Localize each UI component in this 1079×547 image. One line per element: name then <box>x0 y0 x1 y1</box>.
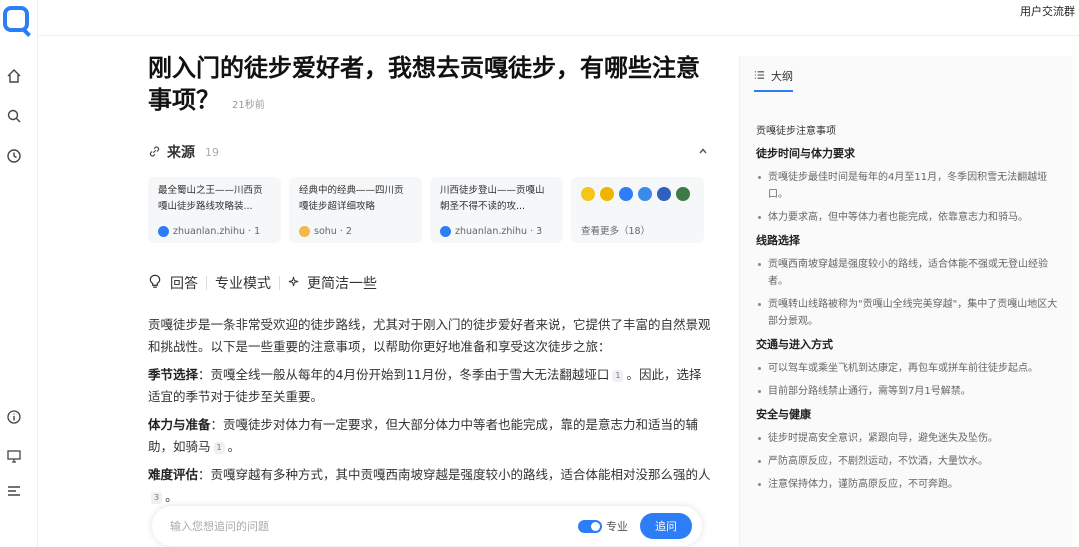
sources-label: 来源 <box>167 145 195 161</box>
top-bar: 用户交流群 <box>38 0 1079 36</box>
view-more-sources: 查看更多（18） <box>581 226 651 237</box>
follow-up-input[interactable] <box>170 519 578 533</box>
sparkle-icon <box>288 275 299 291</box>
outline-body: 贡嘎徒步注意事项 徒步时间与体力要求 贡嘎徒步最佳时间是每年的4月至11月，冬季… <box>756 122 1061 499</box>
tab-answer[interactable]: 回答 <box>170 273 198 293</box>
outline-item[interactable]: 贡嘎西南坡穿越是强度较小的路线，适合体能不强或无登山经验者。 <box>756 256 1061 290</box>
source-favicon-icon <box>657 187 671 201</box>
outline-item[interactable]: 严防高原反应，不剧烈运动，不饮酒，大量饮水。 <box>756 453 1061 470</box>
answer-content: 贡嘎徒步是一条非常受欢迎的徒步路线，尤其对于刚入门的徒步爱好者来说，它提供了丰富… <box>148 314 711 514</box>
outline-heading[interactable]: 线路选择 <box>756 232 1061 248</box>
source-card-3[interactable]: 川西徒步登山——贡嘎山朝圣不得不读的攻... zhuanlan.zhihu · … <box>430 177 563 243</box>
source-card-title: 最全蜀山之王——川西贡嘎山徒步路线攻略装... <box>158 185 263 212</box>
source-card-site: zhuanlan.zhihu · 1 <box>173 226 261 237</box>
citation-badge[interactable]: 1 <box>213 441 225 454</box>
outline-item[interactable]: 贡嘎徒步最佳时间是每年的4月至11月，冬季因积雪无法翻越垭口。 <box>756 169 1061 203</box>
sources-count: 19 <box>205 145 219 159</box>
tab-pro-mode[interactable]: 专业模式 <box>215 273 271 293</box>
app-logo-icon[interactable] <box>3 6 29 32</box>
info-icon[interactable] <box>5 408 23 426</box>
left-rail <box>0 0 38 547</box>
source-favicon-icon <box>676 187 690 201</box>
search-icon[interactable] <box>5 107 23 125</box>
follow-up-bar: 专业 追问 <box>152 506 702 546</box>
sources-header[interactable]: 来源 19 <box>148 143 708 161</box>
source-card-site: sohu · 2 <box>314 226 352 237</box>
outline-item[interactable]: 可以驾车或乘坐飞机到达康定，再包车或拼车前往徒步起点。 <box>756 360 1061 377</box>
tab-divider <box>206 276 207 290</box>
history-icon[interactable] <box>5 147 23 165</box>
citation-badge[interactable]: 1 <box>612 369 624 382</box>
outline-panel: 大纲 贡嘎徒步注意事项 徒步时间与体力要求 贡嘎徒步最佳时间是每年的4月至11月… <box>739 56 1072 547</box>
outline-heading[interactable]: 安全与健康 <box>756 406 1061 422</box>
answer-paragraph: 难度评估：贡嘎穿越有多种方式，其中贡嘎西南坡穿越是强度较小的路线，适合体能相对没… <box>148 467 711 504</box>
zhihu-favicon-icon <box>440 226 451 237</box>
source-favicon-icon <box>619 187 633 201</box>
source-card-title: 川西徒步登山——贡嘎山朝圣不得不读的攻... <box>440 185 545 212</box>
source-favicon-icon <box>638 187 652 201</box>
link-icon <box>148 143 161 162</box>
question-time: 21秒前 <box>232 100 265 111</box>
answer-tabs: 回答 专业模式 更简洁一些 <box>148 273 377 293</box>
source-favicon-icon <box>600 187 614 201</box>
answer-intro: 贡嘎徒步是一条非常受欢迎的徒步路线，尤其对于刚入门的徒步爱好者来说，它提供了丰富… <box>148 317 711 354</box>
sohu-favicon-icon <box>299 226 310 237</box>
answer-paragraph: 季节选择：贡嘎全线一般从每年的4月份开始到11月份，冬季由于雪大无法翻越垭口 1。… <box>148 367 702 404</box>
tab-divider <box>279 276 280 290</box>
page-title: 刚入门的徒步爱好者，我想去贡嘎徒步，有哪些注意事项？ 21秒前 <box>148 54 700 114</box>
user-group-link[interactable]: 用户交流群 <box>1020 3 1075 19</box>
list-icon <box>754 70 765 83</box>
source-favicon-icon <box>581 187 595 201</box>
source-cards: 最全蜀山之王——川西贡嘎山徒步路线攻略装... zhuanlan.zhihu ·… <box>148 177 708 243</box>
source-card-title: 经典中的经典——四川贡嘎徒步超详细攻略 <box>299 185 404 212</box>
home-icon[interactable] <box>5 67 23 85</box>
outline-item[interactable]: 体力要求高，但中等体力者也能完成，依靠意志力和骑马。 <box>756 209 1061 226</box>
outline-item[interactable]: 徒步时提高安全意识，紧跟向导，避免迷失及坠伤。 <box>756 430 1061 447</box>
source-card-more[interactable]: 查看更多（18） <box>571 177 704 243</box>
outline-heading[interactable]: 徒步时间与体力要求 <box>756 145 1061 161</box>
bulb-icon <box>148 274 162 293</box>
question-area: 刚入门的徒步爱好者，我想去贡嘎徒步，有哪些注意事项？ 21秒前 <box>148 52 713 122</box>
outline-item[interactable]: 贡嘎转山线路被称为"贡嘎山全线完美穿越"，集中了贡嘎山地区大部分景观。 <box>756 296 1061 330</box>
outline-item[interactable]: 注意保持体力，谨防高原反应，不可奔跑。 <box>756 476 1061 493</box>
pro-toggle[interactable] <box>578 519 602 533</box>
pro-toggle-label: 专业 <box>606 520 628 533</box>
outline-heading[interactable]: 交通与进入方式 <box>756 336 1061 352</box>
source-card-2[interactable]: 经典中的经典——四川贡嘎徒步超详细攻略 sohu · 2 <box>289 177 422 243</box>
more-source-icons <box>581 187 694 201</box>
source-card-1[interactable]: 最全蜀山之王——川西贡嘎山徒步路线攻略装... zhuanlan.zhihu ·… <box>148 177 281 243</box>
citation-badge[interactable]: 3 <box>151 491 163 504</box>
tab-simpler[interactable]: 更简洁一些 <box>307 273 377 293</box>
zhihu-favicon-icon <box>158 226 169 237</box>
outline-main-title[interactable]: 贡嘎徒步注意事项 <box>756 122 1061 137</box>
source-card-site: zhuanlan.zhihu · 3 <box>455 226 543 237</box>
tab-outline[interactable]: 大纲 <box>754 68 793 92</box>
outline-item[interactable]: 目前部分路线禁止通行，需等到7月1号解禁。 <box>756 383 1061 400</box>
chevron-up-icon[interactable] <box>698 145 708 159</box>
outline-tab-label: 大纲 <box>771 70 793 83</box>
answer-paragraph: 体力与准备：贡嘎徒步对体力有一定要求，但大部分体力中等者也能完成，靠的是意志力和… <box>148 417 699 454</box>
monitor-icon[interactable] <box>5 447 23 465</box>
menu-icon[interactable] <box>5 482 23 500</box>
follow-up-button[interactable]: 追问 <box>640 513 692 539</box>
